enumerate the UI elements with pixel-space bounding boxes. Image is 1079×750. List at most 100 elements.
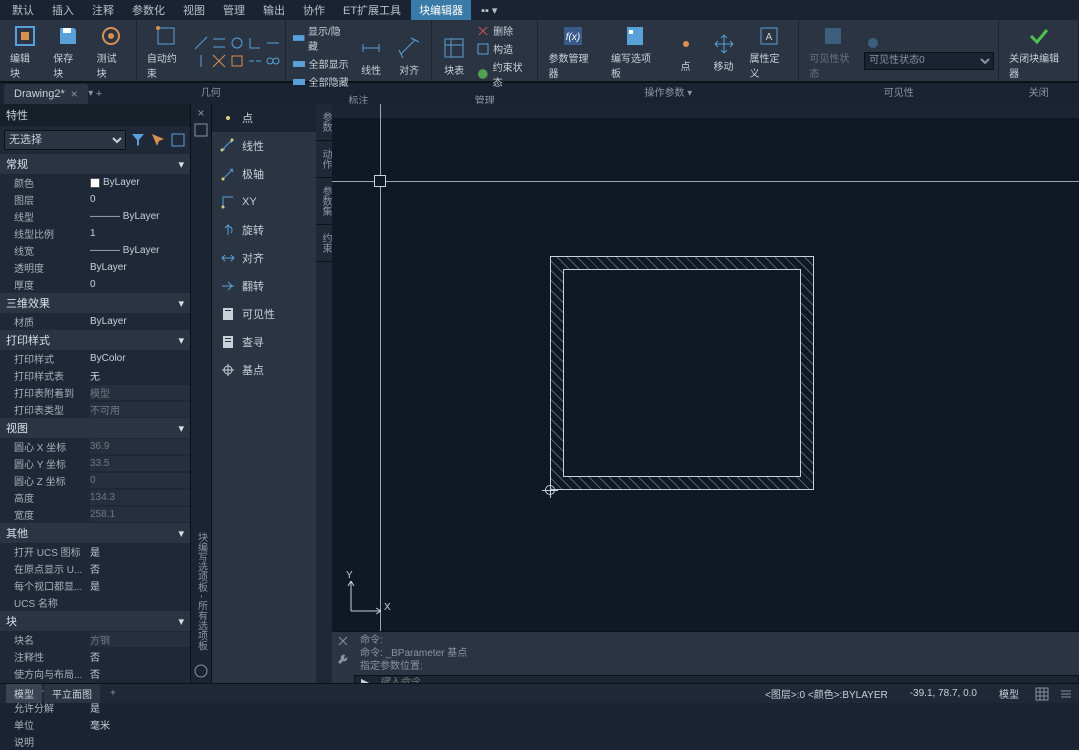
property-value[interactable]: ByLayer xyxy=(90,175,190,190)
property-value[interactable]: 方钢 xyxy=(90,632,190,647)
layer-status[interactable]: <图层>:0 <颜色>:BYLAYER xyxy=(759,684,894,703)
property-row[interactable]: 厚度0 xyxy=(0,276,190,293)
property-row[interactable]: 打印表附着到模型 xyxy=(0,384,190,401)
menu-item[interactable]: 插入 xyxy=(44,0,82,20)
constraint-icon[interactable] xyxy=(193,35,209,51)
edit-block-button[interactable]: 编辑块 xyxy=(4,22,45,82)
property-value[interactable]: 毫米 xyxy=(90,717,190,732)
save-block-button[interactable]: 保存块 xyxy=(47,22,88,82)
property-value[interactable]: ByColor xyxy=(90,351,190,366)
property-value[interactable]: 否 xyxy=(90,666,190,681)
menu-icon[interactable] xyxy=(1059,687,1073,701)
property-row[interactable]: 圆心 Y 坐标33.5 xyxy=(0,455,190,472)
property-value[interactable]: 是 xyxy=(90,544,190,559)
property-value[interactable]: ByLayer xyxy=(90,314,190,329)
align-dim-button[interactable]: 对齐 xyxy=(391,34,427,79)
property-row[interactable]: 块名方钢 xyxy=(0,631,190,648)
property-value[interactable]: 36.9 xyxy=(90,439,190,454)
point-button[interactable]: 点 xyxy=(668,30,704,75)
add-layout-button[interactable]: + xyxy=(102,688,124,699)
palette-item[interactable]: 查寻 xyxy=(212,328,316,356)
property-value[interactable]: ByLayer xyxy=(90,260,190,275)
options-icon[interactable] xyxy=(193,663,209,679)
menu-item[interactable]: 块编辑器 xyxy=(411,0,471,20)
property-row[interactable]: 线宽——— ByLayer xyxy=(0,242,190,259)
property-row[interactable]: 在原点显示 U...否 xyxy=(0,560,190,577)
cmd-close-icon[interactable] xyxy=(336,634,350,648)
palette-item[interactable]: 可见性 xyxy=(212,300,316,328)
constraint-icon[interactable] xyxy=(247,35,263,51)
section-header[interactable]: 其他▾ xyxy=(0,523,190,543)
add-tab-button[interactable]: + xyxy=(88,88,110,100)
layout-tab[interactable]: 平立面图 xyxy=(44,684,100,703)
property-value[interactable] xyxy=(90,595,190,610)
auto-constrain-button[interactable]: 自动约束 xyxy=(141,22,191,82)
menu-item[interactable]: 管理 xyxy=(215,0,253,20)
property-value[interactable]: 0 xyxy=(90,277,190,292)
palette-item[interactable]: 极轴 xyxy=(212,160,316,188)
hide-all-button[interactable]: 全部隐藏 xyxy=(290,73,352,90)
property-value[interactable]: ——— ByLayer xyxy=(90,209,190,224)
author-palette-button[interactable]: 编写选项板 xyxy=(605,22,666,82)
property-row[interactable]: 单位毫米 xyxy=(0,716,190,733)
space-mode[interactable]: 模型 xyxy=(993,684,1025,703)
prop-define-button[interactable]: A属性定义 xyxy=(744,22,795,82)
visibility-state-select[interactable]: 可见性状态0 xyxy=(864,52,994,70)
property-value[interactable]: 134.3 xyxy=(90,490,190,505)
property-row[interactable]: 打印表类型不可用 xyxy=(0,401,190,418)
document-tab[interactable]: Drawing2* × xyxy=(4,84,88,104)
constraint-icon[interactable] xyxy=(211,53,227,69)
menu-item[interactable]: 注释 xyxy=(84,0,122,20)
property-row[interactable]: 每个视口都显...是 xyxy=(0,577,190,594)
dock-icon[interactable] xyxy=(193,122,209,138)
menu-overflow-icon[interactable]: ▪▪ ▾ xyxy=(473,2,505,19)
palette-item[interactable]: 线性 xyxy=(212,132,316,160)
property-row[interactable]: 线型比例1 xyxy=(0,225,190,242)
constraint-icon[interactable] xyxy=(211,35,227,51)
close-editor-button[interactable]: 关闭块编辑器 xyxy=(1003,22,1074,82)
section-header[interactable]: 视图▾ xyxy=(0,418,190,438)
property-row[interactable]: 打开 UCS 图标是 xyxy=(0,543,190,560)
property-value[interactable]: 33.5 xyxy=(90,456,190,471)
property-value[interactable]: ——— ByLayer xyxy=(90,243,190,258)
cmd-wrench-icon[interactable] xyxy=(336,652,350,666)
palette-item[interactable]: 旋转 xyxy=(212,216,316,244)
property-value[interactable]: 是 xyxy=(90,578,190,593)
constraint-icon[interactable] xyxy=(229,35,245,51)
menu-item[interactable]: 视图 xyxy=(175,0,213,20)
property-row[interactable]: 高度134.3 xyxy=(0,489,190,506)
property-row[interactable]: 说明 xyxy=(0,733,190,750)
palette-item[interactable]: 点 xyxy=(212,104,316,132)
drawing-canvas[interactable]: Y X 命令: 命令: _BParameter 基点 指定参数位置: ▶_ xyxy=(332,104,1079,683)
palette-vtab[interactable]: 约束 xyxy=(316,225,332,262)
show-all-button[interactable]: 全部显示 xyxy=(290,55,352,72)
constraint-icon[interactable] xyxy=(193,53,209,69)
property-value[interactable]: 1 xyxy=(90,226,190,241)
property-row[interactable]: 颜色ByLayer xyxy=(0,174,190,191)
constraint-icon[interactable] xyxy=(229,53,245,69)
property-row[interactable]: 圆心 X 坐标36.9 xyxy=(0,438,190,455)
palette-item[interactable]: 基点 xyxy=(212,356,316,384)
property-row[interactable]: 材质ByLayer xyxy=(0,313,190,330)
command-input[interactable] xyxy=(380,677,1072,683)
menu-item[interactable]: 协作 xyxy=(295,0,333,20)
property-row[interactable]: 线型——— ByLayer xyxy=(0,208,190,225)
constraint-icon[interactable] xyxy=(265,53,281,69)
close-icon[interactable]: × xyxy=(197,106,204,120)
constraint-icon[interactable] xyxy=(247,53,263,69)
property-row[interactable]: 打印样式表无 xyxy=(0,367,190,384)
block-table-button[interactable]: 块表 xyxy=(436,34,472,79)
section-header[interactable]: 三维效果▾ xyxy=(0,293,190,313)
property-row[interactable]: 打印样式ByColor xyxy=(0,350,190,367)
property-value[interactable] xyxy=(90,734,190,749)
property-value[interactable]: 无 xyxy=(90,368,190,383)
test-block-button[interactable]: 测试块 xyxy=(91,22,132,82)
palette-vtab[interactable]: 参数集 xyxy=(316,178,332,225)
property-row[interactable]: 注释性否 xyxy=(0,648,190,665)
menu-item[interactable]: ET扩展工具 xyxy=(335,0,409,20)
section-header[interactable]: 打印样式▾ xyxy=(0,330,190,350)
menu-item[interactable]: 默认 xyxy=(4,0,42,20)
property-value[interactable]: 是 xyxy=(90,700,190,715)
property-row[interactable]: 透明度ByLayer xyxy=(0,259,190,276)
property-value[interactable]: 0 xyxy=(90,473,190,488)
